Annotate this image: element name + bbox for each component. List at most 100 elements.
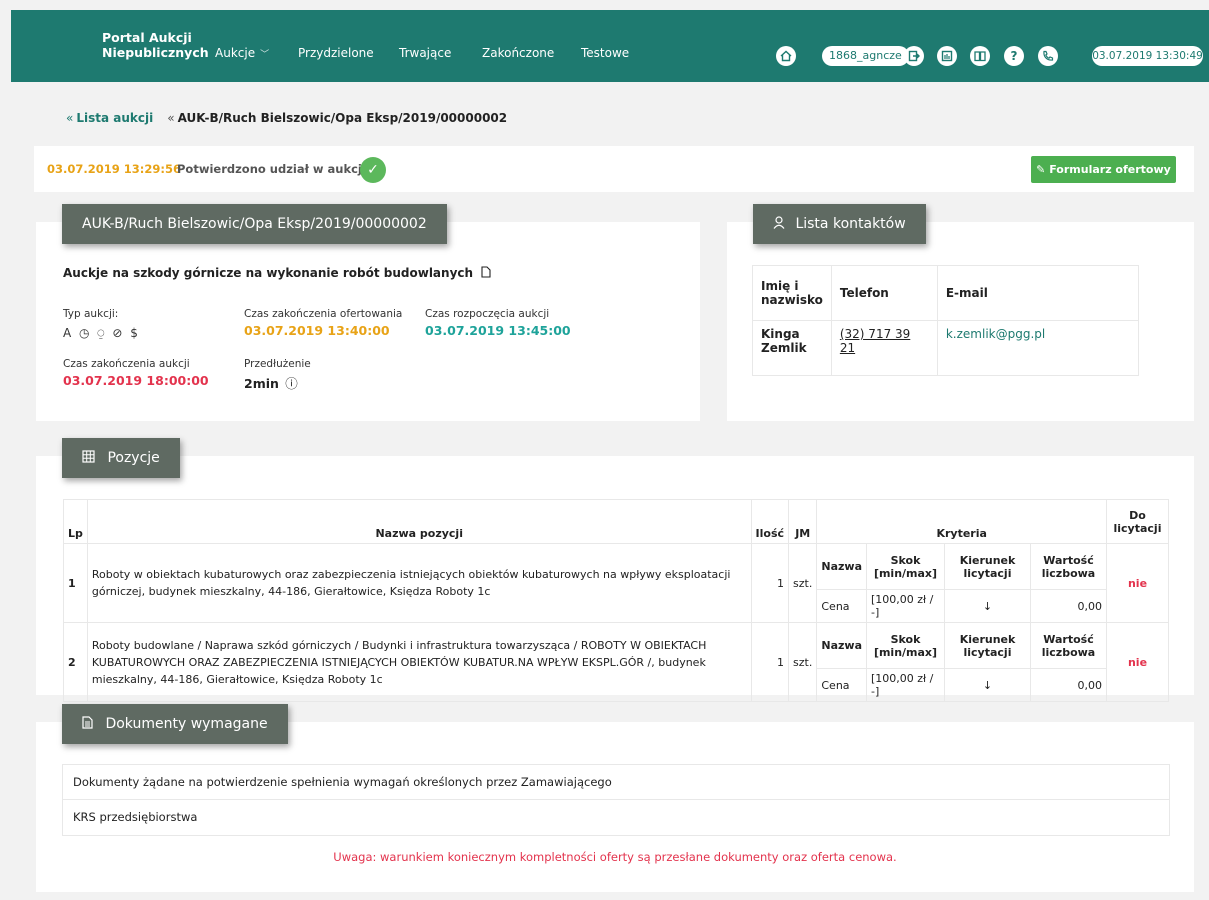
portal-logo[interactable]: Portal Aukcji Niepublicznych — [102, 30, 209, 60]
server-clock: 03.07.2019 13:30:49 — [1092, 46, 1203, 66]
table-row[interactable]: 2 Roboty budowlane / Naprawa szkód górni… — [63, 622, 1169, 702]
crit-name: Cena — [816, 668, 867, 702]
brand-line-2: Niepublicznych — [102, 45, 209, 60]
documents-card-title: Dokumenty wymagane — [62, 704, 288, 744]
row-name: Roboty budowlane / Naprawa szkód górnicz… — [86, 622, 752, 702]
double-chevron-left-icon: « — [167, 111, 175, 125]
documents-title-text: Dokumenty wymagane — [105, 716, 268, 732]
nav-przydzielone[interactable]: Przydzielone — [298, 46, 374, 60]
arrow-down-icon: ↓ — [944, 668, 1031, 702]
user-icon — [773, 216, 789, 232]
contacts-title-text: Lista kontaktów — [795, 216, 906, 232]
offer-end-label: Czas zakończenia ofertowania — [244, 308, 403, 320]
crit-step: [100,00 zł / -] — [866, 668, 945, 702]
help-icon[interactable]: ? — [1004, 46, 1024, 66]
crit-header-value: Wartość liczbowa — [1030, 622, 1107, 669]
extension-label: Przedłużenie — [244, 358, 311, 370]
positions-header-row: Lp Nazwa pozycji Ilość JM Kryteria Do li… — [63, 499, 1169, 544]
contact-email-link[interactable]: k.zemlik@pgg.pl — [936, 320, 1140, 376]
col-name: Nazwa pozycji — [86, 499, 752, 544]
breadcrumb: «Lista aukcji «AUK-B/Ruch Bielszowic/Opa … — [66, 111, 507, 125]
auction-type-icons: A ◷ ⍜ ⊘ $ — [63, 326, 140, 340]
row-lp: 1 — [63, 543, 88, 623]
auction-start-label: Czas rozpoczęcia aukcji — [425, 308, 550, 320]
crit-header-name: Nazwa — [816, 543, 867, 590]
list-item: KRS przedsiębiorstwa — [62, 800, 1170, 836]
auction-details-card: Auckje na szkody górnicze na wykonanie r… — [36, 222, 700, 421]
calculator-icon[interactable] — [937, 46, 957, 66]
contacts-header-name: Imię i nazwisko — [752, 265, 832, 321]
row-unit: szt. — [788, 622, 818, 702]
col-bid: Do licytacji — [1106, 499, 1169, 544]
auction-end-label: Czas zakończenia aukcji — [63, 358, 190, 370]
contacts-card: Imię i nazwisko Telefon E-mail Kinga Zem… — [727, 222, 1194, 421]
col-qty: Ilość — [750, 499, 790, 544]
contact-row: Kinga Zemlik (32) 717 39 21 k.zemlik@pgg… — [752, 320, 1140, 376]
auction-description-text: Auckje na szkody górnicze na wykonanie r… — [63, 266, 474, 280]
row-bid: nie — [1106, 543, 1169, 623]
col-criteria: Kryteria — [816, 499, 1107, 544]
double-chevron-left-icon: « — [66, 111, 74, 125]
col-unit: JM — [788, 499, 818, 544]
crit-name: Cena — [816, 589, 867, 623]
row-qty: 1 — [750, 622, 790, 702]
auction-type-label: Typ aukcji: — [63, 308, 119, 320]
user-badge[interactable]: 1868_agncze — [822, 46, 909, 66]
crit-header-direction: Kierunek licytacji — [944, 622, 1031, 669]
documents-warning: Uwaga: warunkiem koniecznym kompletności… — [333, 850, 897, 864]
book-icon[interactable] — [970, 46, 990, 66]
chevron-down-icon: ﹀ — [260, 50, 270, 60]
breadcrumb-list-link[interactable]: «Lista aukcji — [66, 111, 153, 125]
auction-description: Auckje na szkody górnicze na wykonanie r… — [63, 266, 491, 280]
positions-card: Lp Nazwa pozycji Ilość JM Kryteria Do li… — [36, 456, 1194, 702]
grid-icon — [82, 450, 99, 466]
documents-card: Dokumenty żądane na potwierdzenie spełni… — [36, 722, 1194, 892]
auction-status-bar: 03.07.2019 13:29:56 Potwierdzono udział … — [34, 146, 1194, 192]
row-unit: szt. — [788, 543, 818, 623]
nav-aukcje[interactable]: Aukcje ﹀ — [215, 46, 269, 60]
contacts-header-email: E-mail — [936, 265, 1140, 321]
nav-testowe[interactable]: Testowe — [581, 46, 629, 60]
edit-icon: ✎ — [1036, 163, 1046, 176]
contact-phone-link[interactable]: (32) 717 39 21 — [840, 327, 910, 355]
status-text: Potwierdzono udział w aukcji — [177, 162, 366, 176]
auction-start-value: 03.07.2019 13:45:00 — [425, 323, 571, 338]
home-icon[interactable] — [776, 46, 796, 66]
status-timestamp: 03.07.2019 13:29:56 — [47, 162, 181, 176]
crit-header-name: Nazwa — [816, 622, 867, 669]
row-lp: 2 — [63, 622, 88, 702]
row-name: Roboty w obiektach kubaturowych oraz zab… — [86, 543, 752, 623]
brand-line-1: Portal Aukcji — [102, 30, 192, 45]
auction-card-title: AUK-B/Ruch Bielszowic/Opa Eksp/2019/0000… — [62, 204, 447, 244]
list-item: Dokumenty żądane na potwierdzenie spełni… — [62, 764, 1170, 800]
row-bid: nie — [1106, 622, 1169, 702]
crit-step: [100,00 zł / -] — [866, 589, 945, 623]
contacts-card-title: Lista kontaktów — [753, 204, 926, 244]
info-icon[interactable]: ⓘ — [285, 376, 298, 391]
contacts-header-row: Imię i nazwisko Telefon E-mail — [752, 265, 1140, 321]
document-icon — [82, 716, 97, 732]
contact-name: Kinga Zemlik — [752, 320, 832, 376]
nav-trwajace[interactable]: Trwające — [399, 46, 451, 60]
crit-header-step: Skok [min/max] — [866, 543, 945, 590]
document-icon[interactable] — [481, 266, 491, 278]
phone-icon[interactable] — [1038, 46, 1058, 66]
positions-card-title: Pozycje — [62, 438, 180, 478]
nav-aukcje-label: Aukcje — [215, 46, 256, 60]
table-row[interactable]: 1 Roboty w obiektach kubaturowych oraz z… — [63, 543, 1169, 623]
contacts-header-phone: Telefon — [830, 265, 938, 321]
row-qty: 1 — [750, 543, 790, 623]
nav-zakonczone[interactable]: Zakończone — [482, 46, 554, 60]
logout-icon[interactable] — [904, 46, 924, 66]
breadcrumb-list-label: Lista aukcji — [76, 111, 154, 125]
offer-form-label: Formularz ofertowy — [1049, 163, 1171, 176]
positions-title-text: Pozycje — [107, 450, 160, 466]
offer-form-button[interactable]: ✎ Formularz ofertowy — [1031, 156, 1176, 183]
crit-value: 0,00 — [1030, 668, 1107, 702]
crit-header-step: Skok [min/max] — [866, 622, 945, 669]
crit-value: 0,00 — [1030, 589, 1107, 623]
contacts-table: Imię i nazwisko Telefon E-mail Kinga Zem… — [752, 265, 1140, 376]
col-lp: Lp — [63, 499, 88, 544]
crit-header-direction: Kierunek licytacji — [944, 543, 1031, 590]
breadcrumb-current: AUK-B/Ruch Bielszowic/Opa Eksp/2019/0000… — [177, 111, 508, 125]
